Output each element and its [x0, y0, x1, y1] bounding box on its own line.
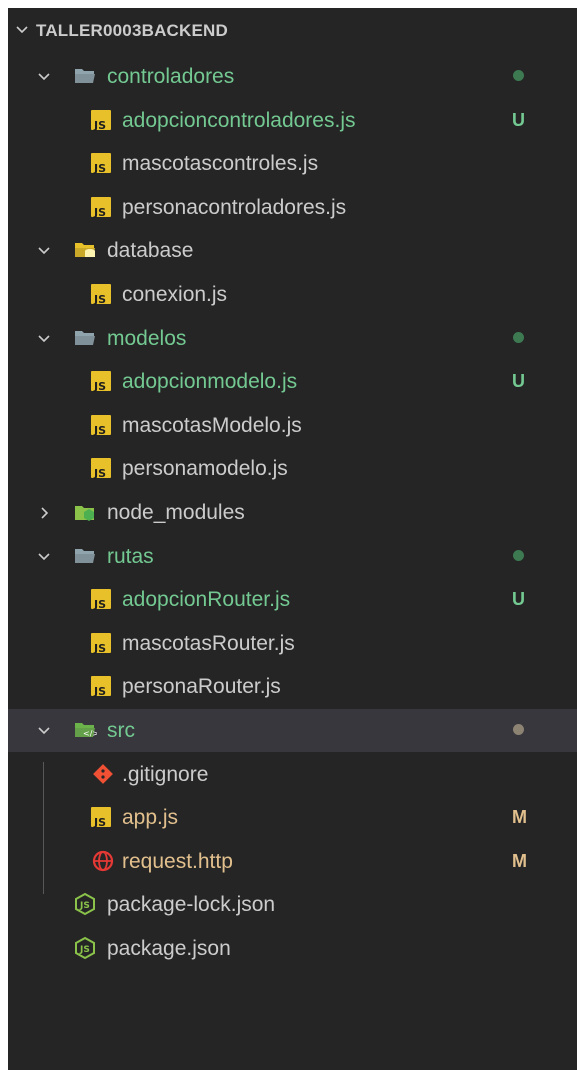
tree-item-label: mascotascontroles.js: [122, 152, 319, 176]
indent-guide: [43, 762, 44, 894]
tree-item-label: database: [107, 239, 194, 263]
javascript-file-icon: JS: [91, 632, 111, 655]
tree-file-row[interactable]: JS conexion.js: [8, 273, 577, 316]
tree-file-row[interactable]: JS mascotascontroles.js: [8, 142, 577, 185]
tree-folder-row[interactable]: rutas: [8, 535, 577, 578]
tree-file-row[interactable]: request.http M: [8, 840, 577, 883]
git-status-badge: U: [512, 589, 525, 610]
tree-item-label: controladores: [107, 65, 235, 88]
chevron-down-icon[interactable]: [36, 549, 52, 565]
javascript-file-icon: JS: [91, 109, 111, 132]
tree-file-row[interactable]: JS personaRouter.js: [8, 665, 577, 708]
javascript-file-icon: JS: [91, 153, 111, 175]
folder-open-icon: [73, 326, 97, 350]
tree-item-label: src: [107, 719, 135, 742]
explorer-root-header[interactable]: TALLER0003BACKEND: [8, 8, 577, 52]
tree-folder-row[interactable]: controladores: [8, 55, 577, 98]
tree-item-label: adopcionRouter.js: [122, 588, 291, 612]
tree-item-label: rutas: [107, 544, 154, 568]
svg-text:JS: JS: [79, 945, 90, 955]
javascript-file-icon: JS: [91, 284, 111, 306]
tree-item-label: .gitignore: [122, 762, 209, 786]
tree-file-row[interactable]: JS mascotasRouter.js: [8, 622, 577, 665]
javascript-file-icon: JS: [91, 414, 111, 437]
git-status-dot: [513, 70, 524, 81]
tree-folder-row[interactable]: </> src: [8, 709, 577, 752]
tree-item-label: request.http: [122, 849, 233, 873]
tree-item-label: package-lock.json: [107, 893, 276, 917]
tree-item-label: conexion.js: [122, 283, 228, 306]
tree-file-row[interactable]: JS adopcionmodelo.js U: [8, 360, 577, 403]
svg-text:JS: JS: [79, 901, 90, 911]
folder-open-icon: [73, 64, 97, 88]
tree-item-label: package.json: [107, 937, 231, 960]
git-status-badge: U: [512, 109, 525, 130]
chevron-down-icon[interactable]: [36, 243, 52, 259]
chevron-down-icon[interactable]: [36, 69, 52, 85]
tree-file-row[interactable]: JS mascotasModelo.js: [8, 404, 577, 447]
javascript-file-icon: JS: [91, 676, 111, 698]
tree-item-label: modelos: [107, 326, 187, 350]
tree-file-row[interactable]: JS package-lock.json: [8, 883, 577, 926]
tree-file-row[interactable]: .gitignore: [8, 753, 577, 796]
tree-item-label: personamodelo.js: [122, 457, 288, 481]
tree-item-label: mascotasRouter.js: [122, 631, 295, 655]
git-status-badge: M: [512, 850, 527, 871]
chevron-down-icon[interactable]: [36, 331, 52, 347]
git-status-dot: [513, 331, 524, 343]
javascript-file-icon: JS: [91, 807, 111, 829]
node-json-icon: JS: [73, 936, 97, 960]
node-json-icon: JS: [73, 892, 97, 916]
git-icon: [91, 762, 115, 786]
explorer-panel: TALLER0003BACKEND controladores JS adopcio…: [8, 8, 577, 1070]
tree-item-label: mascotasModelo.js: [122, 413, 302, 437]
tree-folder-row[interactable]: node_modules: [8, 491, 577, 534]
javascript-file-icon: JS: [91, 458, 111, 480]
git-status-badge: U: [512, 371, 525, 392]
chevron-down-icon[interactable]: [14, 22, 30, 38]
tree-file-row[interactable]: JS app.js M: [8, 796, 577, 839]
tree-file-row[interactable]: JS adopcioncontroladores.js U: [8, 99, 577, 142]
chevron-down-icon[interactable]: [36, 723, 52, 739]
tree-file-row[interactable]: JS adopcionRouter.js U: [8, 578, 577, 621]
node-folder-icon: [73, 500, 97, 524]
tree-file-row[interactable]: JS package.json: [8, 927, 577, 970]
git-status-badge: M: [512, 807, 527, 828]
tree-item-label: node_modules: [107, 501, 245, 524]
javascript-file-icon: JS: [91, 371, 111, 393]
svg-text:</>: </>: [83, 729, 97, 738]
tree-file-row[interactable]: JS personacontroladores.js: [8, 186, 577, 229]
tree-folder-row[interactable]: database: [8, 229, 577, 272]
tree-folder-row[interactable]: modelos: [8, 317, 577, 360]
globe-icon: [91, 849, 115, 873]
javascript-file-icon: JS: [91, 589, 111, 611]
source-folder-icon: </>: [73, 718, 99, 742]
git-status-dot: [513, 724, 524, 735]
database-folder-icon: [73, 238, 97, 262]
tree-item-label: personacontroladores.js: [122, 195, 347, 219]
folder-open-icon: [73, 544, 97, 568]
tree-item-label: adopcionmodelo.js: [122, 370, 298, 394]
chevron-right-icon[interactable]: [36, 505, 52, 521]
javascript-file-icon: JS: [91, 196, 111, 219]
explorer-root-title: TALLER0003BACKEND: [36, 21, 229, 40]
tree-item-label: adopcioncontroladores.js: [122, 108, 356, 132]
tree-item-label: personaRouter.js: [122, 675, 281, 699]
tree-item-label: app.js: [122, 806, 179, 830]
tree-file-row[interactable]: JS personamodelo.js: [8, 447, 577, 490]
git-status-dot: [513, 549, 524, 561]
